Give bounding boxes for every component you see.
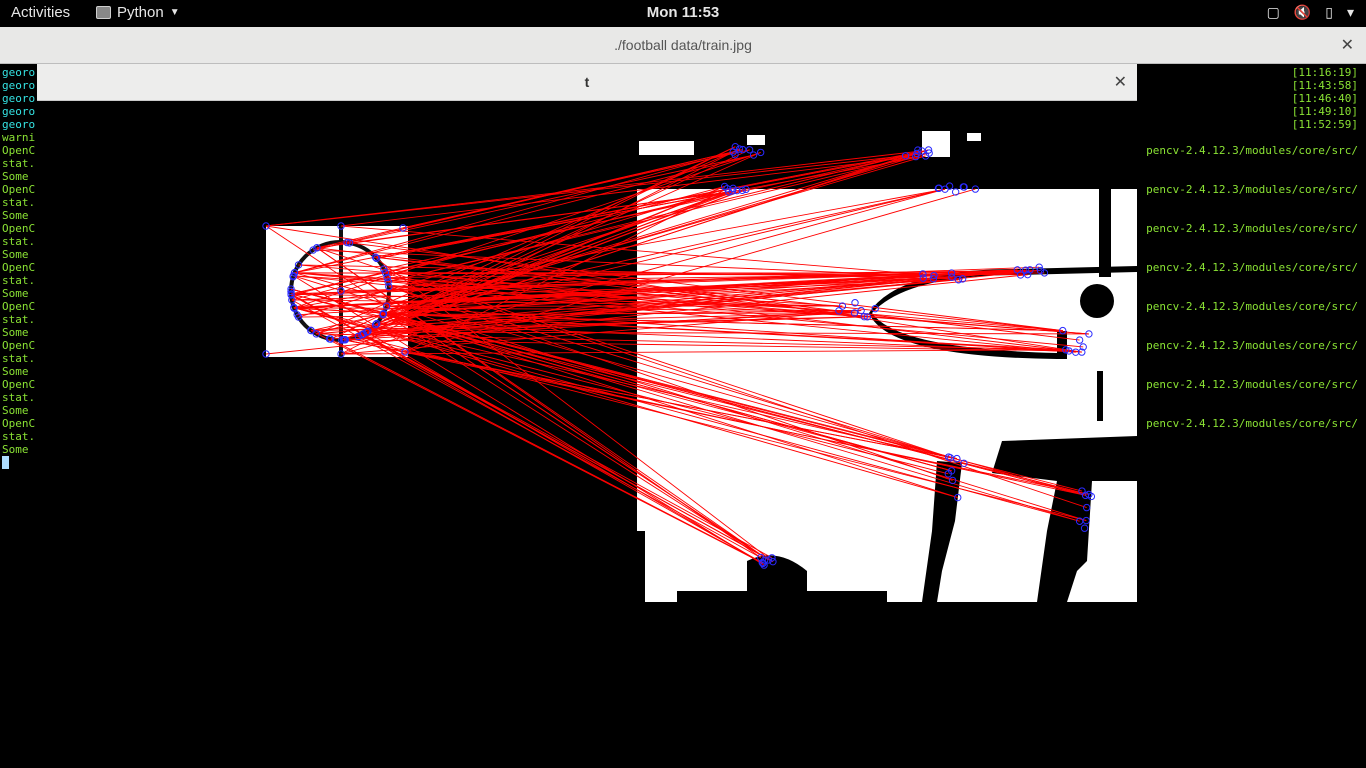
terminal-left-line: warni — [2, 131, 36, 144]
terminal-left-line: Some — [2, 248, 29, 261]
terminal-right-line: pencv-2.4.12.3/modules/core/src/ — [1146, 183, 1358, 196]
terminal-left-line: OpenC — [2, 261, 36, 274]
terminal-left-line: stat. — [2, 235, 36, 248]
terminal-right-line — [1098, 365, 1358, 378]
caret-down-icon: ▼ — [169, 7, 180, 18]
activities-button[interactable]: Activities — [11, 4, 70, 21]
terminal-left-line: Some — [2, 209, 29, 222]
terminal-left-line: Some — [2, 404, 29, 417]
terminal-left-line: stat. — [2, 196, 36, 209]
terminal-left-line: OpenC — [2, 378, 36, 391]
opencv-window[interactable]: t ✕ — [37, 64, 1137, 604]
terminal-right-line — [1098, 326, 1358, 339]
terminal-right-line: [11:52:59] — [1291, 118, 1358, 131]
terminal-right-line — [1098, 157, 1358, 170]
terminal-right-line: [11:16:19] — [1291, 66, 1358, 79]
terminal-left-line: stat. — [2, 157, 36, 170]
terminal-right-line — [1098, 196, 1358, 209]
terminal-left-line: georo — [2, 92, 36, 105]
terminal-left-line: OpenC — [2, 339, 36, 352]
terminal-right-line — [1098, 235, 1358, 248]
terminal-left-line: OpenC — [2, 183, 36, 196]
terminal-right-line: pencv-2.4.12.3/modules/core/src/ — [1146, 300, 1358, 313]
terminal-left-line: Some — [2, 287, 29, 300]
opencv-window-title: t — [584, 74, 590, 90]
opencv-titlebar[interactable]: t ✕ — [37, 64, 1137, 101]
terminal-left-line: stat. — [2, 313, 36, 326]
terminal-right-line: pencv-2.4.12.3/modules/core/src/ — [1146, 261, 1358, 274]
system-tray[interactable]: ▢ 🔇 ▯ ▾ — [1267, 4, 1354, 21]
terminal-left-line: OpenC — [2, 300, 36, 313]
terminal-left-line: stat. — [2, 274, 36, 287]
terminal-left-line: georo — [2, 105, 36, 118]
terminal-right-line — [1098, 248, 1358, 261]
terminal-right-line — [1098, 287, 1358, 300]
terminal-right-line: pencv-2.4.12.3/modules/core/src/ — [1146, 339, 1358, 352]
terminal-left-line: Some — [2, 326, 29, 339]
terminal-right-line: pencv-2.4.12.3/modules/core/src/ — [1146, 222, 1358, 235]
terminal-right-line: [11:46:40] — [1291, 92, 1358, 105]
terminal-right-line: pencv-2.4.12.3/modules/core/src/ — [1146, 417, 1358, 430]
terminal-left-line: OpenC — [2, 144, 36, 157]
terminal-close-icon[interactable]: ✕ — [1341, 35, 1354, 55]
terminal-titlebar[interactable]: ./football data/train.jpg ✕ — [0, 27, 1366, 64]
opencv-close-icon[interactable]: ✕ — [1114, 72, 1127, 92]
terminal-right-line: [11:49:10] — [1291, 105, 1358, 118]
terminal-left-line: stat. — [2, 352, 36, 365]
terminal-left-line: Some — [2, 170, 29, 183]
terminal-right-line — [1098, 352, 1358, 365]
terminal-left-line: stat. — [2, 430, 36, 443]
app-menu-label: Python — [117, 4, 164, 21]
terminal-left-text: georo georo georo georo georo warni OpenC stat.… — [2, 66, 42, 472]
app-menu[interactable]: Python ▼ — [96, 4, 180, 21]
terminal-right-text: [11:16:19] [11:43:58] [11:46:40] [11:49:10]… — [1098, 66, 1358, 430]
terminal-left-line: OpenC — [2, 222, 36, 235]
terminal-left-line: georo — [2, 79, 36, 92]
feature-match-image — [262, 101, 1137, 602]
volume-muted-icon[interactable]: 🔇 — [1294, 4, 1311, 21]
battery-icon[interactable]: ▯ — [1325, 4, 1333, 21]
window-icon[interactable]: ▢ — [1267, 4, 1280, 21]
top-bar: Activities Python ▼ Mon 11:53 ▢ 🔇 ▯ ▾ — [0, 0, 1366, 27]
terminal-cursor — [2, 456, 9, 469]
chevron-down-icon[interactable]: ▾ — [1347, 4, 1354, 21]
terminal-title: ./football data/train.jpg — [614, 37, 752, 53]
terminal-right-line: pencv-2.4.12.3/modules/core/src/ — [1146, 378, 1358, 391]
terminal-right-line — [1098, 131, 1358, 144]
terminal-left-line: Some — [2, 365, 29, 378]
terminal-left-line: Some — [2, 443, 29, 456]
terminal-right-line: pencv-2.4.12.3/modules/core/src/ — [1146, 144, 1358, 157]
terminal-right-line — [1098, 391, 1358, 404]
terminal-right-line: [11:43:58] — [1291, 79, 1358, 92]
terminal-left-line: georo — [2, 118, 36, 131]
app-window-icon — [96, 6, 111, 19]
clock[interactable]: Mon 11:53 — [0, 4, 1366, 21]
terminal-left-line: georo — [2, 66, 36, 79]
terminal-left-line: stat. — [2, 391, 36, 404]
terminal-right-line — [1098, 209, 1358, 222]
terminal-right-line — [1098, 404, 1358, 417]
terminal-right-line — [1098, 313, 1358, 326]
terminal-right-line — [1098, 274, 1358, 287]
terminal-right-line — [1098, 170, 1358, 183]
terminal-left-line: OpenC — [2, 417, 36, 430]
